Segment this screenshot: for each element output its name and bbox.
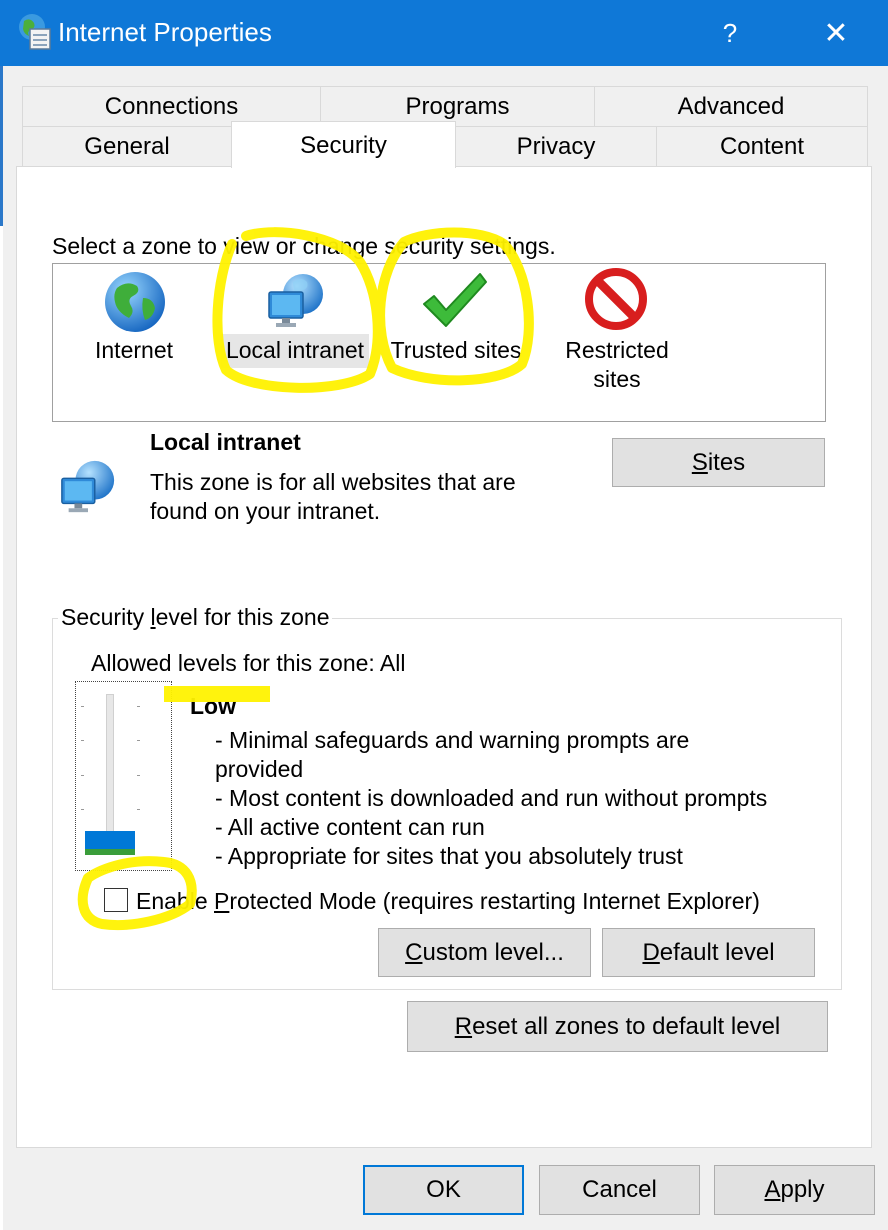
custom-level-label: ustom level... — [422, 938, 564, 966]
apply-button[interactable]: Apply — [714, 1165, 875, 1215]
protected-mode-label[interactable]: Enable Protected Mode (requires restarti… — [136, 888, 760, 915]
globe-icon — [105, 272, 165, 332]
tab-content[interactable]: Content — [656, 126, 868, 167]
zone-prompt: Select a zone to view or change security… — [52, 233, 556, 259]
group-title-post: evel for this zone — [155, 604, 330, 630]
apply-label: pply — [780, 1176, 825, 1203]
slider-track — [106, 694, 114, 854]
reset-accel: R — [454, 1012, 473, 1040]
level-description-line: - Appropriate for sites that you absolut… — [215, 843, 683, 869]
tab-security[interactable]: Security — [231, 121, 456, 168]
default-level-accel: D — [642, 938, 660, 966]
protected-mode-post: rotected Mode (requires restarting Inter… — [229, 888, 760, 914]
protected-mode-pre: Enable — [136, 888, 215, 914]
window-title: Internet Properties — [58, 17, 272, 47]
help-button[interactable]: ? — [700, 0, 760, 66]
red-prohibited-icon — [585, 268, 647, 330]
green-checkmark-icon — [423, 273, 487, 327]
security-level-group-title: Security level for this zone — [58, 604, 333, 631]
apply-accel: A — [764, 1176, 781, 1203]
level-description-line: - All active content can run — [215, 814, 485, 840]
slider-tick — [81, 775, 84, 776]
security-level-name: Low — [190, 693, 236, 719]
zone-label-trusted-sites: Trusted sites — [390, 337, 522, 363]
default-level-label: efault level — [659, 938, 775, 966]
protected-mode-checkbox[interactable] — [104, 888, 128, 912]
level-description-line: - Minimal safeguards and warning prompts… — [215, 727, 690, 753]
slider-tick — [137, 740, 140, 741]
sites-label: ites — [707, 448, 746, 476]
internet-properties-icon — [19, 14, 51, 50]
cancel-button[interactable]: Cancel — [539, 1165, 700, 1215]
close-button[interactable]: ✕ — [804, 0, 868, 66]
zone-label-restricted-line1: Restricted — [565, 337, 669, 363]
group-title-pre: Security — [61, 604, 151, 630]
intranet-computer-icon — [268, 274, 323, 327]
selected-zone-description-line1: This zone is for all websites that are — [150, 469, 516, 495]
slider-tick — [137, 809, 140, 810]
slider-tick — [81, 706, 84, 707]
tab-privacy[interactable]: Privacy — [455, 126, 657, 167]
slider-tick — [81, 740, 84, 741]
level-description-line: - Most content is downloaded and run wit… — [215, 785, 768, 811]
zone-label-restricted-line2: sites — [593, 366, 641, 392]
allowed-levels-label: Allowed levels for this zone: All — [91, 650, 406, 676]
ok-button[interactable]: OK — [363, 1165, 524, 1215]
slider-tick — [137, 706, 140, 707]
sites-button[interactable]: Sites — [612, 438, 825, 487]
custom-level-accel: C — [405, 938, 423, 966]
protected-mode-accel: P — [214, 888, 230, 914]
intranet-computer-icon — [61, 460, 115, 513]
level-description-line: provided — [215, 756, 304, 782]
selected-zone-description-line2: found on your intranet. — [150, 498, 381, 524]
sites-accel: S — [691, 448, 708, 476]
tab-advanced[interactable]: Advanced — [594, 86, 868, 127]
tab-general[interactable]: General — [22, 126, 232, 167]
selected-zone-name: Local intranet — [150, 429, 301, 455]
default-level-button[interactable]: Default level — [602, 928, 815, 977]
zone-label-local-intranet: Local intranet — [225, 337, 365, 363]
reset-all-zones-button[interactable]: Reset all zones to default level — [407, 1001, 828, 1052]
reset-label: eset all zones to default level — [472, 1012, 781, 1040]
slider-tick — [81, 809, 84, 810]
zone-label-internet: Internet — [95, 337, 173, 363]
custom-level-button[interactable]: Custom level... — [378, 928, 591, 977]
slider-tick — [137, 775, 140, 776]
slider-thumb-base — [85, 849, 135, 855]
